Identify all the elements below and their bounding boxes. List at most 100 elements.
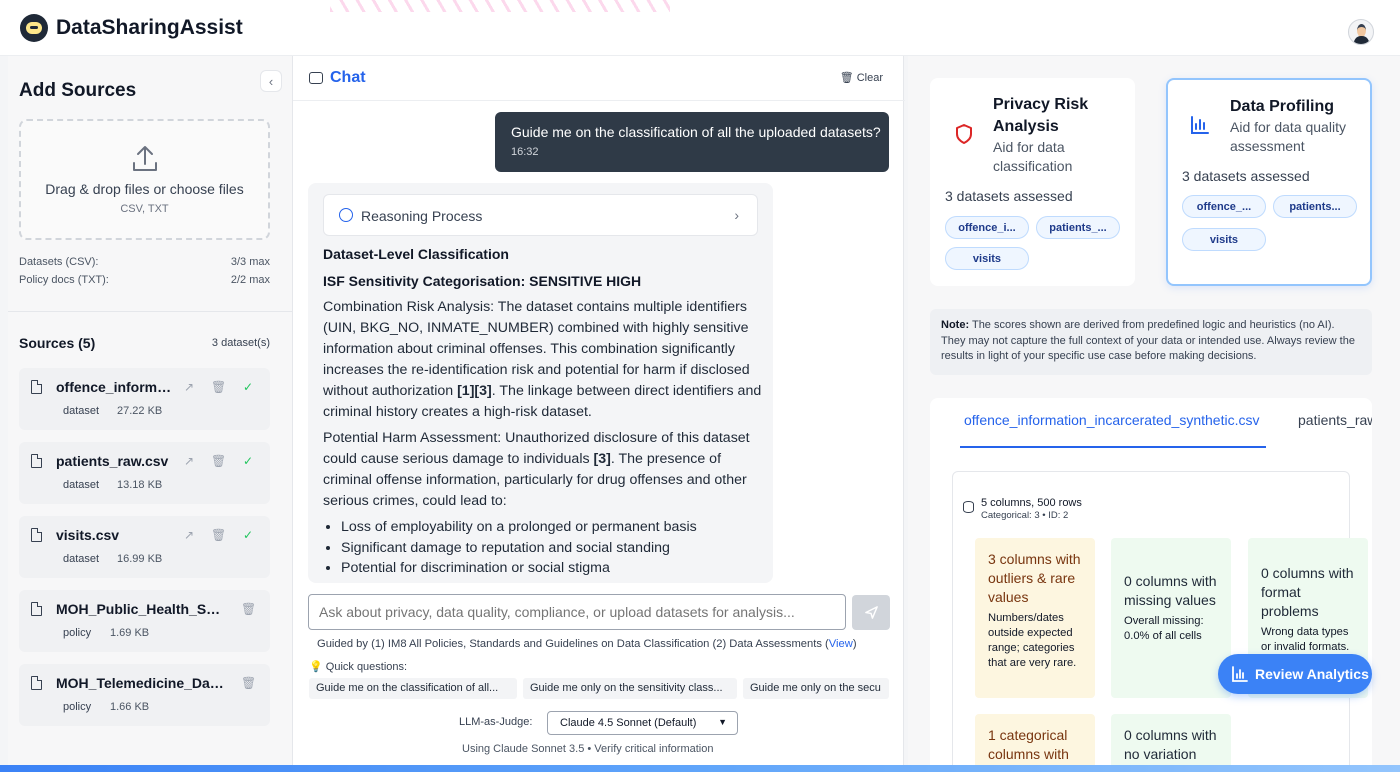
card-title: Privacy Risk Analysis — [993, 96, 1089, 135]
delete-icon[interactable]: 🗑 — [211, 454, 226, 468]
citation-link[interactable]: [3] — [594, 451, 611, 467]
quick-question-chip[interactable]: Guide me only on the sensitivity class..… — [523, 678, 737, 699]
send-button[interactable] — [852, 595, 890, 630]
divider — [8, 311, 292, 312]
dataset-pill[interactable]: visits — [1182, 228, 1266, 251]
summary-shape: 5 columns, 500 rows — [981, 497, 1082, 509]
source-type: dataset — [63, 405, 100, 417]
sources-title: Sources (5) — [19, 335, 96, 351]
app-logo-icon — [20, 13, 48, 42]
summary-types: Categorical: 3 • ID: 2 — [981, 510, 1069, 521]
metric-outliers[interactable]: 3 columns with outliers & rare values Nu… — [975, 538, 1095, 698]
sources-dataset-count: 3 dataset(s) — [211, 337, 270, 349]
chat-panel: Chat 🗑 Clear Guide me on the classificat… — [292, 56, 905, 772]
judge-selected-value: Claude 4.5 Sonnet (Default) — [560, 717, 697, 729]
check-circle-icon: ✓ — [242, 454, 254, 468]
metric-high-cardinality[interactable]: 1 categorical columns with many unique — [975, 714, 1095, 772]
dataset-pill[interactable]: visits — [945, 247, 1029, 270]
limit-label: Policy docs (TXT): — [19, 274, 109, 286]
assistant-message: Reasoning Process › Dataset-Level Classi… — [308, 183, 773, 583]
answer-paragraph: Combination Risk Analysis: The dataset c… — [323, 299, 762, 420]
limit-value: 2/2 max — [230, 274, 270, 286]
user-avatar[interactable] — [1348, 19, 1374, 45]
list-item: Potential for discrimination or social s… — [341, 558, 761, 579]
user-message-text: Guide me on the classification of all th… — [511, 124, 881, 140]
chat-input[interactable] — [308, 594, 846, 630]
delete-icon[interactable]: 🗑 — [241, 676, 256, 690]
answer-subheading: ISF Sensitivity Categorisation: SENSITIV… — [323, 273, 642, 289]
open-external-icon[interactable]: ↗ — [182, 528, 196, 542]
open-external-icon[interactable]: ↗ — [182, 454, 196, 468]
review-analytics-button[interactable]: Review Analytics — [1218, 654, 1372, 694]
data-profiling-card[interactable]: Data Profiling Aid for data quality asse… — [1166, 78, 1372, 286]
file-text-icon — [31, 602, 42, 616]
source-type: policy — [63, 701, 92, 713]
file-dropzone[interactable]: Drag & drop files or choose files CSV, T… — [19, 119, 270, 240]
limit-label: Datasets (CSV): — [19, 256, 99, 268]
quick-question-chip[interactable]: Guide me only on the secu — [743, 678, 889, 699]
quick-questions-label: 💡 Quick questions: — [309, 661, 408, 673]
bar-chart-icon — [1191, 116, 1209, 134]
harm-list: Loss of employability on a prolonged or … — [341, 517, 761, 579]
analysis-panel: Privacy Risk Analysis Aid for data class… — [908, 56, 1400, 772]
source-size: 16.99 KB — [117, 553, 163, 565]
reasoning-toggle[interactable]: Reasoning Process › — [323, 194, 758, 236]
assessed-count: 3 datasets assessed — [945, 188, 1073, 204]
dataset-limit-row: Datasets (CSV): 3/3 max — [19, 256, 270, 268]
circle-icon — [339, 208, 353, 222]
source-size: 27.22 KB — [117, 405, 163, 417]
quick-question-chip[interactable]: Guide me on the classification of all... — [309, 678, 517, 699]
assessed-count: 3 datasets assessed — [1182, 168, 1310, 184]
delete-icon[interactable]: 🗑 — [211, 380, 226, 394]
guidance-note: Guided by (1) IM8 All Policies, Standard… — [317, 638, 857, 650]
dataset-pill[interactable]: patients... — [1273, 195, 1357, 218]
source-item[interactable]: MOH_Public_Health_Surv... policy 1.69 KB… — [19, 590, 270, 652]
active-tab-indicator — [960, 446, 1266, 448]
metric-missing[interactable]: 0 columns with missing values Overall mi… — [1111, 538, 1231, 698]
policy-limit-row: Policy docs (TXT): 2/2 max — [19, 274, 270, 286]
list-item: Significant damage to reputation and soc… — [341, 538, 761, 559]
privacy-risk-card[interactable]: Privacy Risk Analysis Aid for data class… — [930, 78, 1135, 286]
user-message: Guide me on the classification of all th… — [495, 112, 889, 172]
source-type: policy — [63, 627, 92, 639]
open-external-icon[interactable]: ↗ — [182, 380, 196, 394]
source-item[interactable]: visits.csv dataset 16.99 KB ↗ 🗑 ✓ — [19, 516, 270, 578]
lightbulb-icon: 💡 — [309, 661, 323, 673]
dataset-pill[interactable]: patients_... — [1036, 216, 1120, 239]
clear-chat-button[interactable]: 🗑 Clear — [840, 71, 883, 84]
scoring-note: Note: The scores shown are derived from … — [930, 309, 1372, 375]
source-type: dataset — [63, 553, 100, 565]
tab-offence-dataset[interactable]: offence_information_incarcerated_synthet… — [964, 412, 1259, 428]
tab-patients-dataset[interactable]: patients_raw.c — [1298, 412, 1372, 428]
sources-sidebar: Add Sources ‹ Drag & drop files or choos… — [8, 56, 292, 772]
file-icon — [31, 528, 42, 542]
answer-heading: Dataset-Level Classification — [323, 246, 509, 262]
source-name: offence_informa... — [56, 379, 172, 395]
delete-icon[interactable]: 🗑 — [211, 528, 226, 542]
check-circle-icon: ✓ — [242, 380, 254, 394]
view-link[interactable]: View — [829, 638, 853, 650]
citation-link[interactable]: [1][3] — [457, 383, 492, 399]
source-item[interactable]: offence_informa... dataset 27.22 KB ↗ 🗑 … — [19, 368, 270, 430]
database-icon — [963, 501, 974, 513]
dropzone-file-types: CSV, TXT — [120, 203, 169, 215]
chevron-right-icon: › — [734, 207, 739, 223]
dataset-pill[interactable]: offence_... — [1182, 195, 1266, 218]
chat-header: Chat 🗑 Clear — [293, 56, 905, 101]
judge-label: LLM-as-Judge: — [459, 716, 533, 728]
source-name: visits.csv — [56, 527, 120, 543]
source-item[interactable]: MOH_Telemedicine_Data_... policy 1.66 KB… — [19, 664, 270, 726]
limit-value: 3/3 max — [230, 256, 270, 268]
dataset-pill[interactable]: offence_i... — [945, 216, 1029, 239]
judge-model-select[interactable]: Claude 4.5 Sonnet (Default) ▼ — [547, 711, 738, 735]
delete-icon[interactable]: 🗑 — [241, 602, 256, 616]
bar-chart-icon — [1232, 666, 1248, 682]
header-decoration — [330, 0, 670, 12]
collapse-sidebar-button[interactable]: ‹ — [260, 70, 282, 92]
metric-no-variation[interactable]: 0 columns with no variation — [1111, 714, 1231, 772]
upload-icon — [132, 146, 157, 171]
source-item[interactable]: patients_raw.csv dataset 13.18 KB ↗ 🗑 ✓ — [19, 442, 270, 504]
chevron-down-icon: ▼ — [718, 717, 727, 727]
dataset-summary: 5 columns, 500 rows Categorical: 3 • ID:… — [952, 471, 1368, 772]
card-title: Data Profiling — [1230, 98, 1335, 115]
